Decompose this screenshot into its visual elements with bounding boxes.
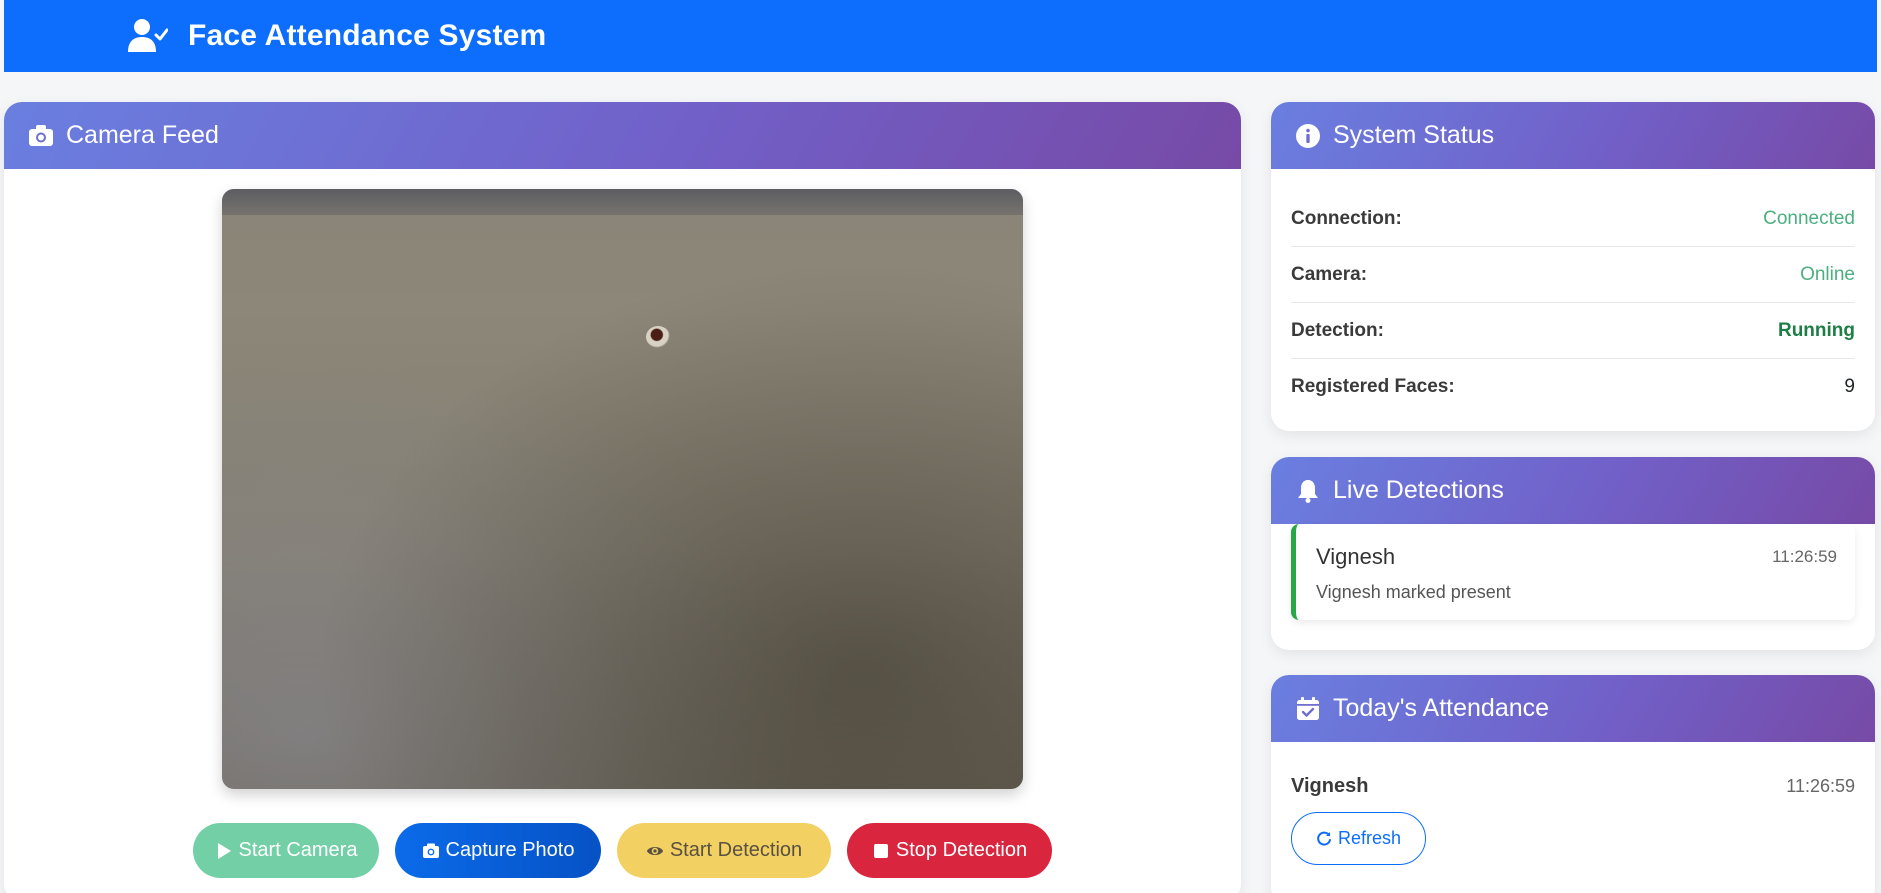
capture-photo-button[interactable]: Capture Photo	[395, 823, 601, 878]
camera-feed-header: Camera Feed	[4, 102, 1241, 169]
capture-photo-label: Capture Photo	[445, 839, 575, 861]
camera-video-feed	[222, 189, 1023, 789]
bell-icon	[1298, 479, 1318, 503]
attendance-name: Vignesh	[1291, 775, 1369, 797]
status-row-connection: Connection: Connected	[1291, 191, 1855, 247]
live-detections-title: Live Detections	[1333, 476, 1504, 504]
app-title: Face Attendance System	[188, 19, 547, 52]
refresh-icon	[1317, 831, 1331, 846]
system-status-header: System Status	[1271, 102, 1875, 169]
attendance-row: Vignesh 11:26:59	[1291, 775, 1855, 798]
todays-attendance-card: Today's Attendance Vignesh 11:26:59 Refr…	[1271, 675, 1875, 893]
live-detections-header: Live Detections	[1271, 457, 1875, 524]
detection-message: Vignesh marked present	[1316, 582, 1511, 602]
camera-icon	[422, 843, 439, 858]
camera-feed-title: Camera Feed	[66, 121, 219, 149]
status-value: Running	[1777, 319, 1855, 341]
video-wall-hole	[646, 326, 670, 348]
stop-detection-label: Stop Detection	[895, 839, 1028, 861]
info-circle-icon	[1296, 123, 1320, 148]
status-row-detection: Detection: Running	[1291, 303, 1855, 359]
eye-icon	[646, 846, 663, 855]
status-row-camera: Camera: Online	[1291, 247, 1855, 303]
status-value: Online	[1800, 263, 1855, 285]
camera-icon	[29, 124, 53, 146]
camera-controls: Start Camera Capture Photo Start Detecti…	[4, 823, 1241, 878]
attendance-time: 11:26:59	[1786, 776, 1855, 796]
start-detection-button[interactable]: Start Detection	[617, 823, 831, 878]
status-value: 9	[1844, 376, 1855, 397]
refresh-label: Refresh	[1337, 828, 1402, 848]
detection-name: Vignesh	[1316, 544, 1396, 569]
status-value: Connected	[1763, 207, 1855, 229]
status-label: Connection:	[1291, 207, 1402, 229]
status-label: Detection:	[1291, 319, 1384, 341]
camera-feed-card: Camera Feed Start Camera Capture Photo S…	[4, 102, 1241, 893]
top-navbar: Face Attendance System	[4, 0, 1877, 72]
refresh-button[interactable]: Refresh	[1291, 812, 1426, 865]
stop-detection-button[interactable]: Stop Detection	[847, 823, 1052, 878]
start-camera-label: Start Camera	[238, 839, 358, 861]
status-label: Registered Faces:	[1291, 376, 1455, 397]
todays-attendance-header: Today's Attendance	[1271, 675, 1875, 742]
system-status-title: System Status	[1333, 121, 1495, 149]
stop-icon	[873, 843, 888, 858]
status-list: Connection: Connected Camera: Online Det…	[1271, 169, 1875, 415]
todays-attendance-title: Today's Attendance	[1333, 694, 1550, 722]
calendar-check-icon	[1297, 696, 1319, 720]
detection-time: 11:26:59	[1772, 547, 1837, 566]
system-status-card: System Status Connection: Connected Came…	[1271, 102, 1875, 431]
start-detection-label: Start Detection	[669, 839, 803, 861]
detection-item-top: Vignesh 11:26:59	[1316, 544, 1837, 570]
detection-item: Vignesh 11:26:59 Vignesh marked present	[1291, 524, 1855, 620]
play-icon	[217, 842, 231, 859]
status-row-registered-faces: Registered Faces: 9	[1291, 359, 1855, 415]
start-camera-button[interactable]: Start Camera	[193, 823, 379, 878]
video-wall-edge	[222, 189, 1023, 215]
status-label: Camera:	[1291, 263, 1368, 285]
live-detections-card: Live Detections Vignesh 11:26:59 Vignesh…	[1271, 457, 1875, 650]
user-check-icon	[128, 19, 168, 52]
